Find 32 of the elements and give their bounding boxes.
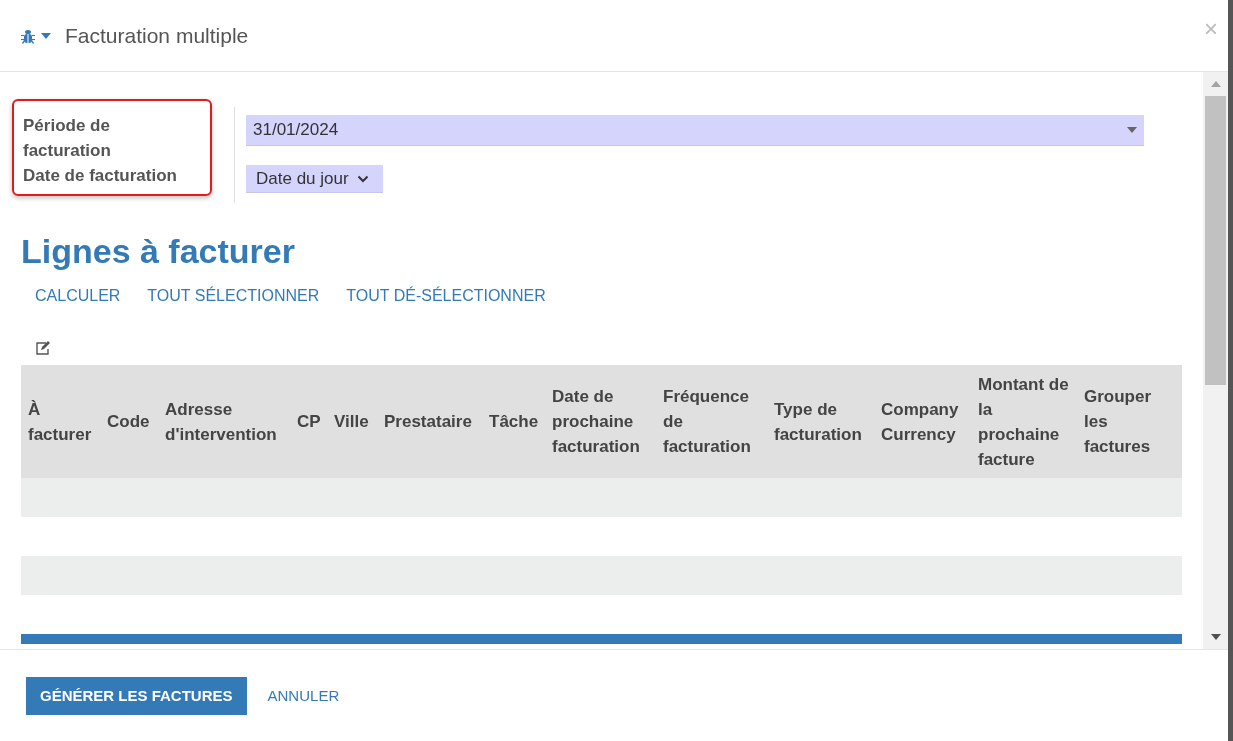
column-header[interactable]: CP (290, 365, 327, 478)
field-label: Période de facturation (23, 115, 112, 162)
action-link[interactable]: CALCULER (35, 287, 121, 305)
scroll-thumb[interactable] (1205, 96, 1226, 385)
caret-icon (1127, 127, 1137, 133)
period-select[interactable]: 31/01/2024 (246, 115, 1144, 146)
action-link[interactable]: TOUT DÉ-SÉLECTIONNER (346, 287, 546, 305)
field-label: Date de facturation (23, 165, 178, 187)
column-header[interactable]: Code (100, 365, 158, 478)
column-header[interactable]: Tâche (482, 365, 545, 478)
column-header[interactable]: Ville (327, 365, 377, 478)
column-header[interactable]: Fréquence de facturation (656, 365, 767, 478)
section-title: Lignes à facturer (21, 231, 296, 271)
scroll-down-icon[interactable] (1210, 634, 1221, 640)
column-header[interactable]: Company Currency (874, 365, 971, 478)
bug-icon[interactable] (20, 27, 36, 44)
date-dropdown[interactable]: Date du jour (246, 165, 383, 193)
column-header[interactable]: À facturer (21, 365, 100, 478)
action-link[interactable]: TOUT SÉLECTIONNER (147, 287, 320, 305)
edit-icon[interactable] (35, 341, 51, 355)
cancel-link[interactable]: ANNULER (267, 687, 340, 704)
column-header[interactable]: Adresse d'intervention (158, 365, 290, 478)
caret-icon[interactable] (41, 32, 51, 39)
chevron-icon (356, 174, 369, 183)
generate-invoices-button[interactable]: GÉNÉRER LES FACTURES (26, 676, 247, 715)
column-header[interactable]: Montant de la prochaine facture (971, 365, 1077, 478)
column-header[interactable]: Prestataire (377, 365, 482, 478)
column-header[interactable]: Type de facturation (767, 365, 874, 478)
column-header[interactable]: Date de prochaine facturation (545, 365, 656, 478)
scrollbar[interactable] (1203, 72, 1228, 649)
column-header[interactable]: Grouper les factures (1077, 365, 1182, 478)
window-title: Facturation multiple (65, 23, 250, 48)
